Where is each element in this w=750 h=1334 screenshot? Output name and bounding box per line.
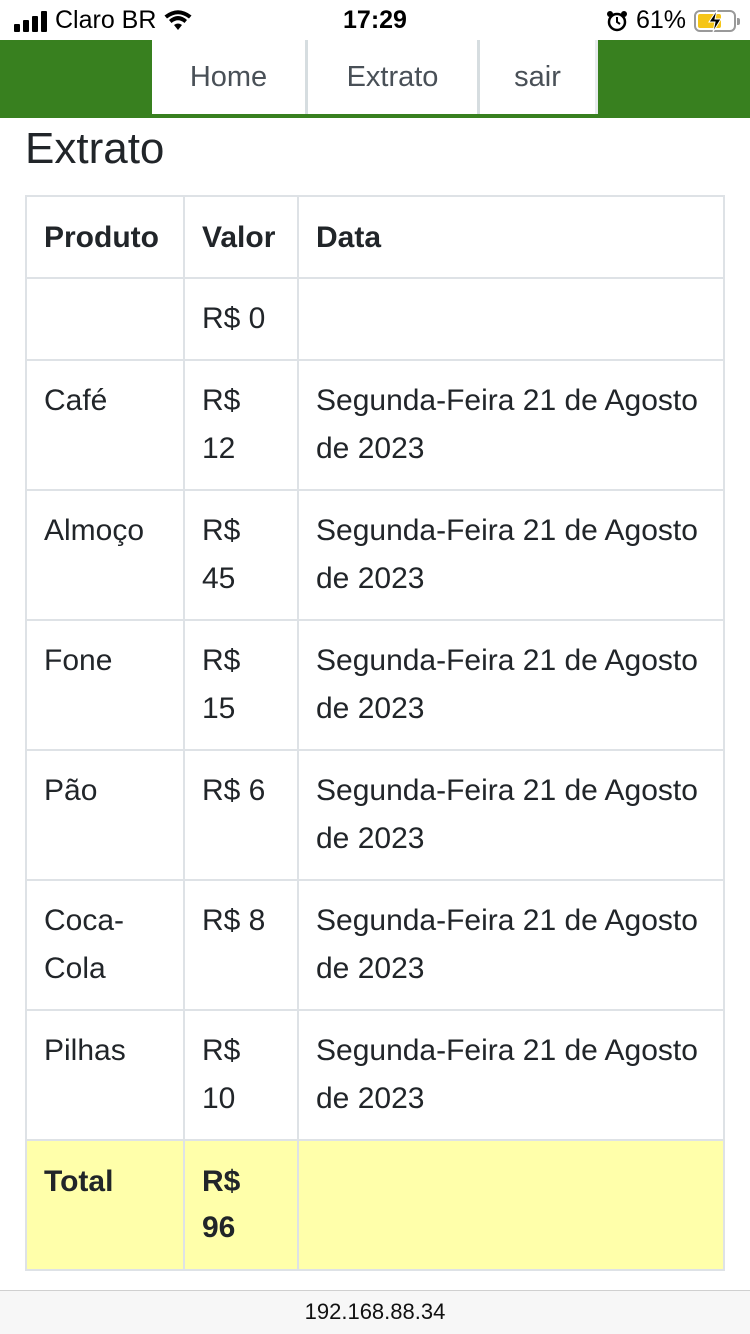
cell-produto: Coca-Cola — [25, 879, 185, 1011]
cell-data: Segunda-Feira 21 de Agosto de 2023 — [297, 749, 725, 881]
status-right: 61% — [606, 6, 740, 35]
cell-valor: R$ 12 — [183, 359, 299, 491]
table-row: R$ 0 — [25, 277, 725, 361]
cell-valor: R$ 8 — [183, 879, 299, 1011]
table-header-row: Produto Valor Data — [25, 195, 725, 279]
nav-tabs: Home Extrato sair — [152, 40, 598, 114]
battery-percent: 61% — [635, 6, 686, 34]
cell-produto: Almoço — [25, 489, 185, 621]
cell-data: Segunda-Feira 21 de Agosto de 2023 — [297, 359, 725, 491]
alarm-icon — [606, 10, 627, 31]
cell-produto: Café — [25, 359, 185, 491]
table-row: Pão R$ 6 Segunda-Feira 21 de Agosto de 2… — [25, 749, 725, 881]
nav-home[interactable]: Home — [152, 40, 308, 114]
charging-bolt-icon — [708, 9, 722, 32]
cell-data: Segunda-Feira 21 de Agosto de 2023 — [297, 879, 725, 1011]
cell-produto: Pilhas — [25, 1009, 185, 1141]
total-label: Total — [25, 1139, 185, 1271]
header-produto: Produto — [25, 195, 185, 279]
cell-data: Segunda-Feira 21 de Agosto de 2023 — [297, 489, 725, 621]
cell-valor: R$ 10 — [183, 1009, 299, 1141]
url-bar[interactable]: 192.168.88.34 — [0, 1290, 750, 1334]
cell-valor: R$ 0 — [183, 277, 299, 361]
total-data — [297, 1139, 725, 1271]
header-data: Data — [297, 195, 725, 279]
table-row: Pilhas R$ 10 Segunda-Feira 21 de Agosto … — [25, 1009, 725, 1141]
table-row: Coca-Cola R$ 8 Segunda-Feira 21 de Agost… — [25, 879, 725, 1011]
status-bar: Claro BR 17:29 61% — [0, 0, 750, 40]
cell-valor: R$ 45 — [183, 489, 299, 621]
cell-data: Segunda-Feira 21 de Agosto de 2023 — [297, 619, 725, 751]
table-row: Almoço R$ 45 Segunda-Feira 21 de Agosto … — [25, 489, 725, 621]
cell-produto — [25, 277, 185, 361]
total-row: Total R$ 96 — [25, 1139, 725, 1271]
cell-valor: R$ 15 — [183, 619, 299, 751]
navbar: Home Extrato sair — [0, 40, 750, 118]
nav-sair[interactable]: sair — [480, 40, 598, 114]
page-title: Extrato — [25, 124, 165, 173]
cell-produto: Pão — [25, 749, 185, 881]
total-valor: R$ 96 — [183, 1139, 299, 1271]
extrato-table: Produto Valor Data R$ 0 Café R$ 12 Segun… — [25, 195, 725, 1271]
cell-data — [297, 277, 725, 361]
cell-produto: Fone — [25, 619, 185, 751]
cell-valor: R$ 6 — [183, 749, 299, 881]
table-row: Fone R$ 15 Segunda-Feira 21 de Agosto de… — [25, 619, 725, 751]
battery-icon — [694, 9, 740, 32]
header-valor: Valor — [183, 195, 299, 279]
table-row: Café R$ 12 Segunda-Feira 21 de Agosto de… — [25, 359, 725, 491]
nav-extrato[interactable]: Extrato — [308, 40, 480, 114]
cell-data: Segunda-Feira 21 de Agosto de 2023 — [297, 1009, 725, 1141]
